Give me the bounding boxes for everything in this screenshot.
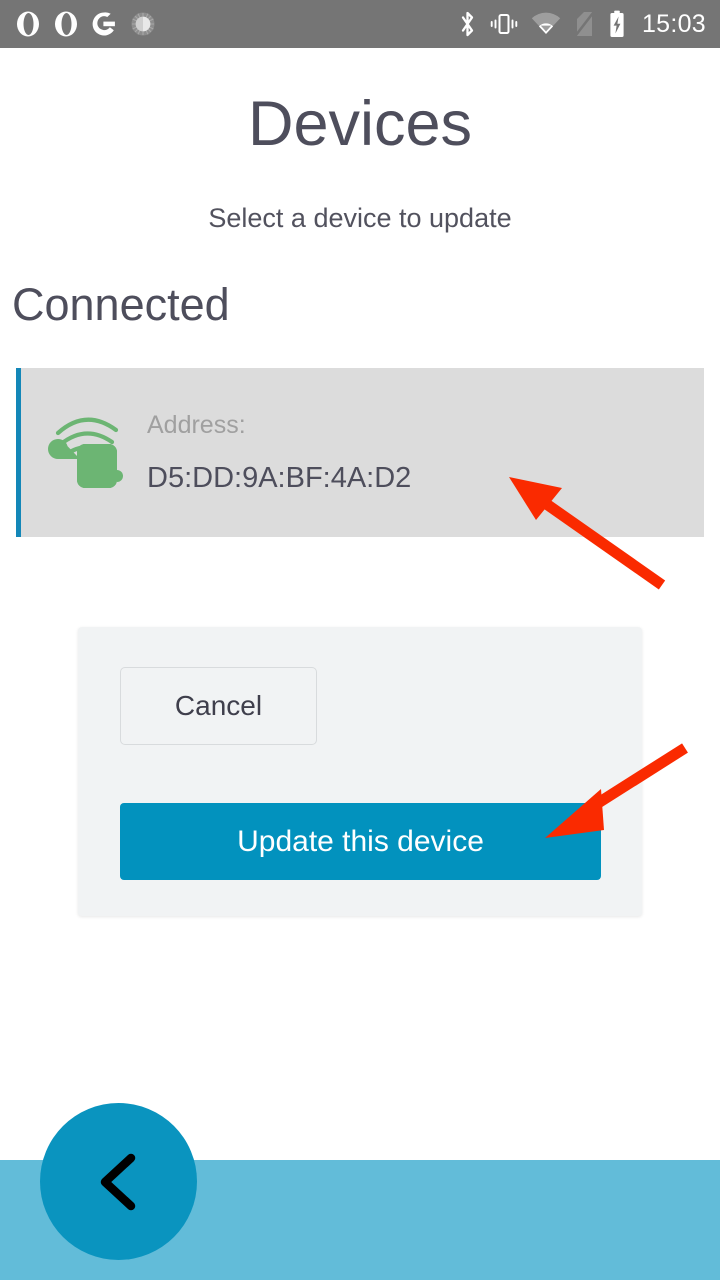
bluetooth-icon (461, 11, 474, 37)
device-icon-wrapper (21, 402, 141, 504)
device-address-label: Address: (147, 410, 246, 439)
chevron-left-icon (100, 1153, 135, 1210)
sim-off-icon (573, 10, 596, 38)
opera-icon (55, 11, 77, 37)
action-panel: Cancel Update this device (78, 627, 642, 916)
section-heading-connected: Connected (12, 279, 230, 330)
wireless-device-icon (48, 417, 123, 488)
battery-charging-icon (610, 10, 624, 37)
status-bar-clock: 15:03 (641, 9, 706, 38)
opera-icon (17, 11, 39, 37)
device-info: Address: D5:DD:9A:BF:4A:D2 (141, 411, 411, 495)
google-icon (92, 12, 115, 36)
wifi-icon (531, 12, 561, 35)
vibrate-icon (490, 14, 518, 34)
device-list-item[interactable]: Address: D5:DD:9A:BF:4A:D2 (16, 368, 704, 537)
update-this-device-button[interactable]: Update this device (120, 803, 601, 880)
page-title: Devices (247, 89, 473, 159)
status-bar: 15:03 (0, 0, 720, 48)
status-bar-right-icons: 15:03 (458, 10, 706, 38)
device-address-value: D5:DD:9A:BF:4A:D2 (147, 461, 412, 494)
cancel-button[interactable]: Cancel (120, 667, 317, 745)
back-button[interactable] (40, 1103, 197, 1260)
page-subtitle: Select a device to update (208, 203, 512, 233)
status-bar-left-icons (16, 11, 156, 37)
brightness-icon (131, 12, 155, 36)
